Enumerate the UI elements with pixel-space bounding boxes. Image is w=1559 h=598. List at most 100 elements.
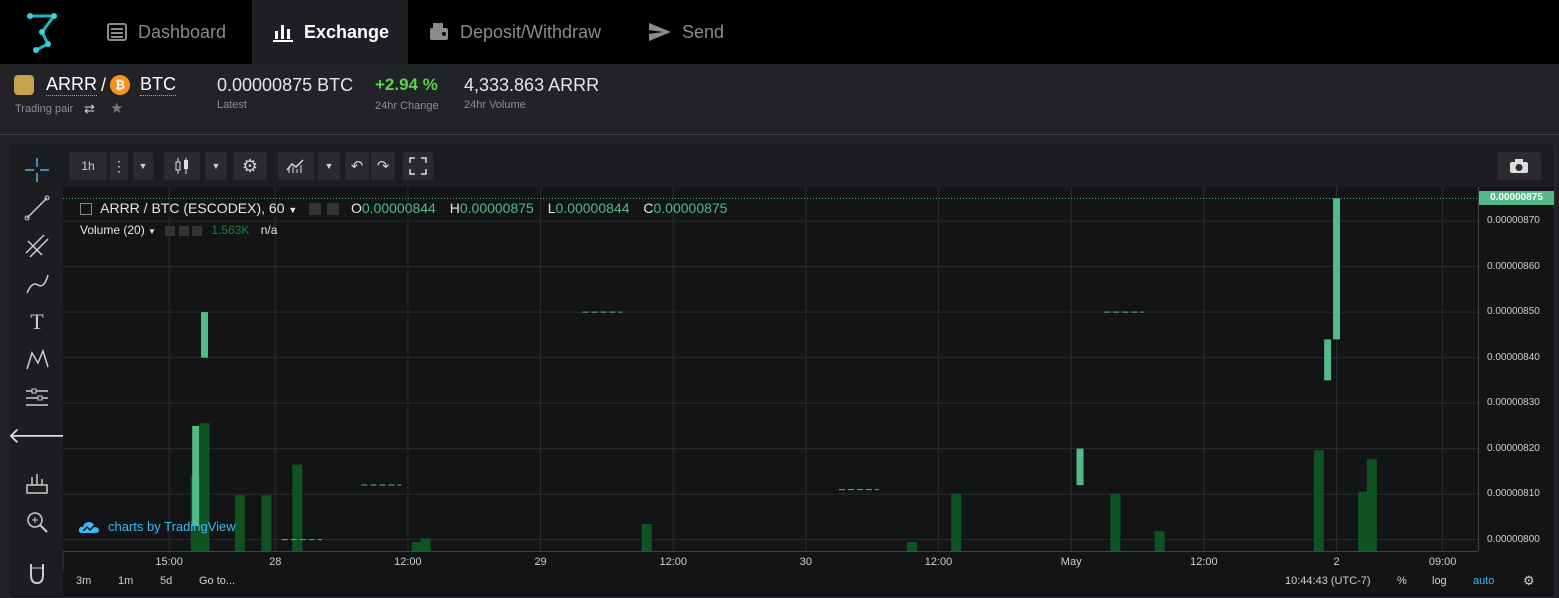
open-label: O	[350, 200, 362, 216]
high-value: 0.00000875	[459, 200, 534, 216]
indicators-dropdown-icon[interactable]: ▼	[318, 152, 340, 180]
price-plot[interactable]	[63, 187, 1478, 551]
percent-toggle[interactable]: %	[1397, 575, 1407, 587]
nav-dashboard-label: Dashboard	[138, 21, 227, 42]
zoom-icon[interactable]	[22, 507, 52, 537]
undo-icon[interactable]: ↶	[345, 152, 369, 180]
time-tick-label: 29	[534, 556, 547, 568]
last-price-label: 0.00000875	[1479, 191, 1554, 206]
volume-indicator-label[interactable]: Volume (20)	[80, 223, 145, 237]
arrr-coin-icon	[14, 75, 34, 95]
watermark-text: charts by TradingView	[108, 519, 236, 534]
interval-button[interactable]: 1h	[69, 152, 107, 180]
nav-send[interactable]: Send	[648, 0, 724, 64]
nav-dashboard[interactable]: Dashboard	[106, 0, 226, 64]
time-axis[interactable]: 15:00 28 12:00 29 12:00 30 12:00 May 12:00 2 09:00	[63, 551, 1478, 572]
goto-button[interactable]: Go to...	[199, 575, 235, 587]
low-label: L	[547, 200, 556, 216]
star-icon[interactable]: ★	[110, 99, 123, 117]
logo-icon[interactable]	[24, 10, 64, 54]
range-5d[interactable]: 5d	[160, 575, 172, 587]
measure-icon[interactable]	[22, 469, 52, 499]
nav-send-label: Send	[682, 21, 725, 42]
trading-pair-label: Trading pair	[15, 103, 74, 115]
range-1m[interactable]: 1m	[118, 575, 133, 587]
volume-value: 4,333.863 ARRR	[464, 75, 600, 95]
volume-bar	[261, 495, 272, 551]
volume-bar	[641, 524, 652, 551]
send-icon	[649, 23, 671, 41]
volume-label: 24hr Volume	[464, 99, 526, 111]
trend-line-icon[interactable]	[22, 193, 52, 223]
price-tick-label: 0.00000830	[1487, 397, 1540, 409]
volume-bar	[1358, 491, 1369, 551]
volume-bar	[411, 542, 422, 551]
auto-toggle[interactable]: auto	[1473, 575, 1494, 587]
pair-separator: /	[101, 74, 107, 95]
range-3m[interactable]: 3m	[76, 575, 91, 587]
volume-close-icon[interactable]	[192, 225, 202, 236]
nav-deposit-withdraw[interactable]: Deposit/Withdraw	[428, 0, 601, 64]
open-value: 0.00000844	[361, 200, 436, 216]
candle	[192, 425, 200, 526]
brush-icon[interactable]	[22, 269, 52, 299]
volume-bar	[420, 538, 431, 551]
shuffle-icon[interactable]: ⇄	[84, 101, 95, 117]
tradingview-watermark[interactable]: charts by TradingView	[78, 519, 236, 534]
candle-style-icon[interactable]	[164, 152, 200, 180]
drawing-toolbar: T 🡐	[8, 145, 67, 596]
pattern-icon[interactable]	[22, 345, 52, 375]
volume-bar	[1313, 450, 1324, 551]
top-nav: Dashboard Exchange Deposit/Withdraw Send	[0, 0, 1559, 64]
log-toggle[interactable]: log	[1432, 575, 1447, 587]
camera-icon[interactable]	[1497, 152, 1541, 180]
trading-pair-selector[interactable]: ARRR / ₿ BTC	[14, 74, 177, 96]
text-tool-icon[interactable]: T	[22, 307, 52, 337]
interval-more-icon[interactable]: ⋮	[110, 152, 128, 180]
low-value: 0.00000844	[555, 200, 630, 216]
volume-settings-icon[interactable]	[178, 225, 189, 236]
clock-timezone[interactable]: 10:44:43 (UTC-7)	[1285, 575, 1371, 587]
crosshair-icon[interactable]	[22, 155, 52, 185]
price-tick-label: 0.00000800	[1487, 533, 1540, 545]
legend-symbol[interactable]: ARRR / BTC (ESCODEX), 60	[100, 200, 284, 216]
dashboard-icon	[107, 23, 127, 41]
candle	[1333, 198, 1340, 340]
volume-indicator-value: 1.563K	[211, 223, 250, 237]
fib-tool-icon[interactable]	[22, 231, 52, 261]
chart-settings-icon[interactable]: ⚙	[1523, 573, 1535, 589]
time-tick-label: 09:00	[1428, 556, 1457, 568]
collapse-icon[interactable]	[80, 203, 92, 216]
fullscreen-icon[interactable]	[403, 152, 433, 180]
volume-bar	[951, 493, 962, 551]
nav-exchange[interactable]: Exchange	[252, 0, 408, 64]
chart-legend: ARRR / BTC (ESCODEX), 60 ▼ O0.00000844 H…	[80, 200, 727, 216]
bar-chart-icon	[273, 25, 293, 42]
time-tick-label: 2	[1333, 556, 1340, 568]
arrow-left-icon[interactable]: 🡐	[8, 421, 67, 451]
prediction-icon[interactable]	[22, 383, 52, 413]
change-label: 24hr Change	[375, 100, 439, 112]
time-tick-label: 12:00	[394, 556, 422, 568]
latest-label: Latest	[217, 99, 247, 111]
redo-icon[interactable]: ↷	[371, 152, 395, 180]
symbol-dropdown-icon[interactable]: ▼	[288, 205, 297, 215]
close-value: 0.00000875	[653, 200, 728, 216]
high-label: H	[449, 200, 460, 216]
settings-small-icon[interactable]	[327, 203, 340, 216]
style-dropdown-icon[interactable]: ▼	[205, 152, 227, 180]
volume-bar	[1154, 531, 1165, 551]
indicators-icon[interactable]	[278, 152, 314, 180]
chart-bottom-bar: 3m 1m 5d Go to... 10:44:43 (UTC-7) % log…	[63, 571, 1553, 595]
volume-dropdown-icon[interactable]: ▼	[148, 227, 156, 236]
interval-dropdown-icon[interactable]: ▼	[133, 152, 153, 180]
latest-price: 0.00000875 BTC	[217, 75, 354, 95]
price-tick-label: 0.00000850	[1487, 306, 1540, 318]
price-axis[interactable]: 0.00000870 0.00000860 0.00000850 0.00000840…	[1478, 187, 1554, 551]
volume-eye-icon[interactable]	[165, 225, 176, 236]
eye-icon[interactable]	[309, 203, 322, 216]
settings-gear-icon[interactable]: ⚙	[233, 152, 267, 180]
magnet-icon[interactable]	[22, 559, 52, 589]
time-tick-label: 28	[269, 556, 282, 568]
price-tick-label: 0.00000860	[1487, 260, 1540, 272]
